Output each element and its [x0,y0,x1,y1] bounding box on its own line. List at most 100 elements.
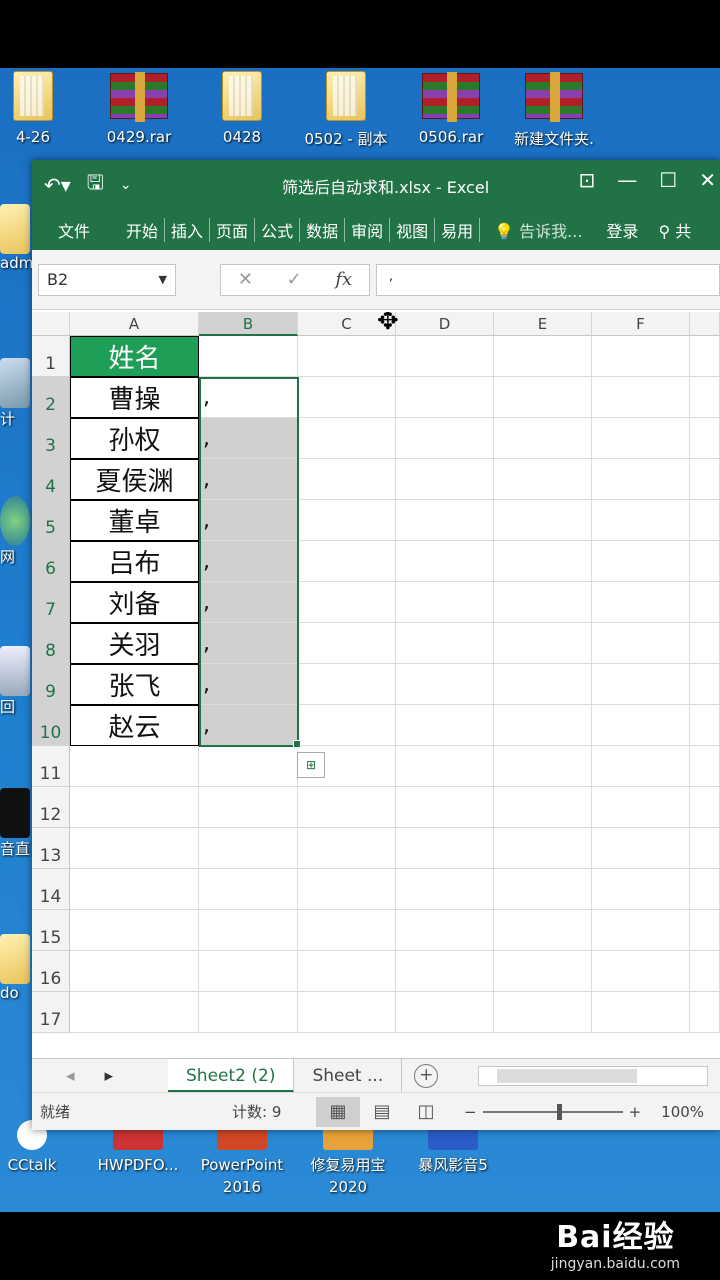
cell[interactable] [199,746,298,787]
cell[interactable] [199,910,298,951]
row-header[interactable]: 1 [32,336,70,377]
cell[interactable] [70,746,199,787]
cell[interactable] [199,787,298,828]
row-header[interactable]: 11 [32,746,70,787]
cancel-icon[interactable]: ✕ [238,269,253,290]
tab-formulas[interactable]: 公式 [255,218,301,242]
cell[interactable] [592,705,690,746]
cell[interactable] [494,664,592,705]
tab-insert[interactable]: 插入 [165,218,211,242]
cell[interactable] [70,869,199,910]
zoom-out-icon[interactable]: − [464,1103,477,1121]
desktop-left-icon[interactable]: 计 [0,358,30,429]
login-link[interactable]: 登录 [582,218,638,242]
horizontal-scrollbar[interactable] [478,1066,708,1086]
cell[interactable]: , [199,418,298,459]
sheet-tab[interactable]: Sheet2 (2) [168,1058,295,1093]
cell[interactable] [298,377,396,418]
cell[interactable]: , [199,705,298,746]
cell[interactable] [70,992,199,1033]
cell[interactable] [298,418,396,459]
cell[interactable] [494,336,592,377]
column-header-a[interactable]: A [70,312,199,336]
cell[interactable] [396,336,494,377]
scrollbar-thumb[interactable] [497,1069,637,1083]
cell[interactable] [396,377,494,418]
row-header[interactable]: 15 [32,910,70,951]
add-sheet-icon[interactable]: + [414,1063,439,1088]
desktop-rar-icon[interactable]: 0429.rar [94,68,184,146]
cell[interactable] [298,951,396,992]
cell[interactable] [690,623,720,664]
cell[interactable] [298,869,396,910]
row-header[interactable]: 7 [32,582,70,623]
cell[interactable] [690,336,720,377]
tab-easy-use[interactable]: 易用 [435,218,481,242]
desktop-folder-icon[interactable]: 0428 [197,68,287,146]
cell[interactable] [298,336,396,377]
cell[interactable] [494,500,592,541]
cell[interactable] [396,664,494,705]
cell[interactable] [396,828,494,869]
cell[interactable] [592,623,690,664]
scroll-right-icon[interactable]: ▸ [105,1066,114,1086]
desktop-rar-icon[interactable]: 0506.rar [406,68,496,146]
cell[interactable] [592,787,690,828]
row-header[interactable]: 9 [32,664,70,705]
cell[interactable] [592,910,690,951]
cell[interactable] [298,623,396,664]
cell[interactable] [592,541,690,582]
cell[interactable] [592,582,690,623]
cell[interactable] [592,377,690,418]
cell[interactable] [298,828,396,869]
cell[interactable]: , [199,500,298,541]
cell[interactable]: 姓名 [70,336,199,377]
cell[interactable] [199,992,298,1033]
quick-analysis-icon[interactable]: ⊞ [297,752,325,778]
column-header-e[interactable]: E [494,312,592,336]
cell[interactable] [690,459,720,500]
cell[interactable] [592,418,690,459]
cell[interactable] [494,746,592,787]
cell[interactable] [199,336,298,377]
cell[interactable] [494,541,592,582]
cell[interactable] [298,664,396,705]
cell[interactable] [396,623,494,664]
cell[interactable] [396,869,494,910]
select-all-corner[interactable] [32,312,70,336]
row-header[interactable]: 12 [32,787,70,828]
zoom-slider-knob[interactable] [556,1103,562,1120]
row-header[interactable]: 16 [32,951,70,992]
cell[interactable] [690,377,720,418]
desktop-folder-icon[interactable]: 0502 - 副本 [300,68,392,149]
desktop-shortcut[interactable]: PowerPoint 2016 [194,1120,290,1198]
cell[interactable] [396,746,494,787]
column-header-b[interactable]: B [199,312,298,336]
row-header[interactable]: 13 [32,828,70,869]
cell[interactable]: 董卓 [70,500,199,541]
cell[interactable]: 孙权 [70,418,199,459]
cell[interactable] [690,951,720,992]
cell[interactable]: 吕布 [70,541,199,582]
customize-qat-icon[interactable]: ⌄ [120,177,132,193]
minimize-icon[interactable]: — [617,168,637,192]
cell[interactable] [494,869,592,910]
row-header[interactable]: 8 [32,623,70,664]
cell[interactable] [494,787,592,828]
tell-me-search[interactable]: 💡 告诉我... [480,218,582,242]
cell[interactable] [396,910,494,951]
row-header[interactable]: 17 [32,992,70,1033]
cell[interactable] [494,459,592,500]
sheet-tab[interactable]: Sheet ... [294,1058,403,1093]
enter-check-icon[interactable]: ✓ [287,269,302,290]
cell[interactable] [592,951,690,992]
cell[interactable] [494,418,592,459]
cell[interactable] [298,459,396,500]
cell[interactable] [70,910,199,951]
zoom-level[interactable]: 100% [661,1103,704,1121]
cell[interactable] [70,951,199,992]
cell[interactable] [396,582,494,623]
cell[interactable] [199,869,298,910]
formula-input[interactable]: , [376,263,720,296]
cell[interactable] [396,541,494,582]
